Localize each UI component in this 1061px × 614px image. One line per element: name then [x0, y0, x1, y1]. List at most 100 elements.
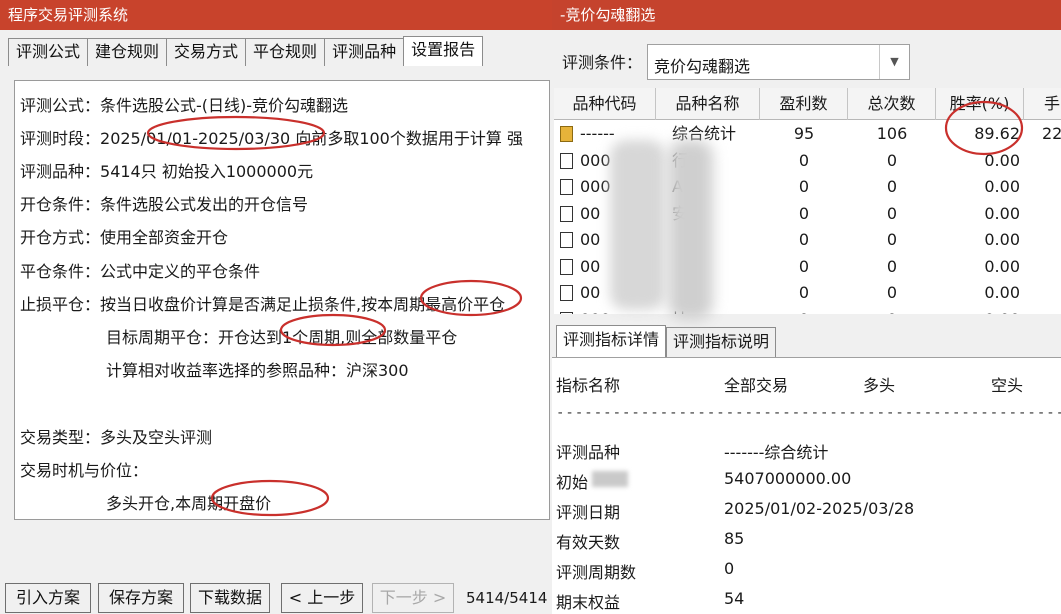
report-varieties: 评测品种：5414只 初始投入1000000元 — [20, 162, 314, 181]
cell-total: 0 — [848, 307, 936, 315]
report-timing-label: 交易时机与价位： — [20, 461, 149, 480]
button-bar: 引入方案 保存方案 下载数据 < 上一步 下一步 > 5414/5414 — [0, 578, 556, 614]
col-name[interactable]: 品种名称 — [656, 88, 760, 120]
detail-metric-value: 0 — [724, 559, 735, 578]
document-icon — [560, 205, 573, 222]
detail-head-name: 指标名称 — [556, 376, 621, 395]
detail-metric-name: 初始 — [556, 473, 589, 492]
col-code[interactable]: 品种代码 — [554, 88, 656, 120]
col-total[interactable]: 总次数 — [848, 88, 936, 120]
cell-total: 0 — [886, 150, 898, 170]
cell-extra — [1042, 254, 1061, 280]
detail-metric-name: 评测周期数 — [556, 563, 637, 582]
settings-tabs: 评测公式 建仓规则 交易方式 平仓规则 评测品种 设置报告 — [8, 36, 484, 66]
detail-tabs: 评测指标详情 评测指标说明 — [556, 325, 777, 357]
cell-winrate: 89.62 — [974, 124, 1020, 143]
cell-total: 106 — [876, 124, 908, 143]
window-title: 程序交易评测系统 — [0, 0, 556, 30]
redacted-block — [668, 140, 713, 320]
cell-profit: 0 — [798, 177, 810, 196]
tab-close-rules[interactable]: 平仓规则 — [245, 38, 325, 66]
document-icon — [560, 285, 573, 301]
tab-formula[interactable]: 评测公式 — [8, 38, 88, 66]
cell-winrate: 0.00 — [984, 230, 1020, 249]
prev-step-button[interactable]: < 上一步 — [281, 583, 363, 613]
report-open-mode: 开仓方式：使用全部资金开仓 — [20, 228, 229, 247]
cell-total: 0 — [886, 256, 898, 276]
cell-total: 0 — [886, 203, 898, 223]
report-reference: 计算相对收益率选择的参照品种：沪深300 — [106, 361, 409, 380]
report-period: 评测时段：2025/01/01-2025/03/30 向前多取100个数据用于计… — [20, 129, 523, 148]
cell-extra: 22 — [1042, 124, 1061, 143]
detail-metric-name: 期末权益 — [556, 593, 621, 612]
condition-select-value: 竞价勾魂翻选 — [654, 57, 751, 76]
cell-winrate: 0.00 — [936, 307, 1020, 315]
redacted-block — [610, 140, 665, 310]
cell-extra — [1042, 280, 1061, 306]
report-close-condition: 平仓条件：公式中定义的平仓条件 — [20, 262, 261, 281]
condition-select[interactable]: 竞价勾魂翻选 ▼ — [647, 44, 910, 80]
download-data-button[interactable]: 下载数据 — [190, 583, 270, 613]
detail-metric-value: 2025/01/02-2025/03/28 — [724, 499, 915, 518]
detail-head-long: 多头 — [863, 376, 896, 395]
cell-extra — [1042, 227, 1061, 253]
settings-report-panel: 评测公式：条件选股公式-(日线)-竞价勾魂翻选 评测时段：2025/01/01-… — [14, 80, 550, 520]
report-trade-type: 交易类型：多头及空头评测 — [20, 428, 213, 447]
cell-winrate: 0.00 — [984, 283, 1020, 302]
report-open-condition: 开仓条件：条件选股公式发出的开仓信号 — [20, 195, 309, 214]
cell-extra — [1042, 174, 1061, 200]
col-winrate[interactable]: 胜率(%) — [936, 88, 1024, 120]
detail-metric-name: 评测品种 — [556, 443, 621, 462]
document-icon — [560, 258, 573, 275]
tab-metric-description[interactable]: 评测指标说明 — [666, 327, 777, 357]
document-icon — [560, 152, 573, 169]
cell-extra — [1042, 148, 1061, 174]
cell-winrate: 0.00 — [984, 203, 1020, 223]
tab-position-rules[interactable]: 建仓规则 — [87, 38, 167, 66]
col-extra[interactable]: 手 — [1024, 88, 1061, 120]
cell-profit: 0 — [798, 283, 810, 302]
import-plan-button[interactable]: 引入方案 — [5, 583, 91, 613]
save-plan-button[interactable]: 保存方案 — [98, 583, 184, 613]
cell-total: 0 — [886, 230, 898, 249]
folder-icon — [560, 126, 573, 142]
tab-metric-details[interactable]: 评测指标详情 — [556, 325, 667, 357]
cell-winrate: 0.00 — [984, 150, 1020, 170]
cell-profit: 0 — [798, 230, 810, 249]
document-icon — [560, 311, 573, 314]
cell-profit: 0 — [760, 307, 848, 315]
detail-metric-value: 5407000000.00 — [724, 469, 852, 488]
cell-total: 0 — [886, 283, 898, 302]
detail-head-all: 全部交易 — [724, 376, 789, 395]
report-target-close: 目标周期平仓：开仓达到1个周期,则全部数量平仓 — [106, 328, 458, 347]
tab-varieties[interactable]: 评测品种 — [324, 38, 404, 66]
divider: ----------------------------------------… — [556, 405, 1061, 421]
results-table-header: 品种代码 品种名称 盈利数 总次数 胜率(%) 手 — [554, 88, 1061, 120]
metric-details-panel: 指标名称 全部交易 多头 空头 ------------------------… — [552, 357, 1061, 614]
tab-trade-mode[interactable]: 交易方式 — [166, 38, 246, 66]
redacted-block — [592, 471, 628, 487]
chevron-down-icon[interactable]: ▼ — [879, 45, 909, 79]
report-timing-value: 多头开仓,本周期开盘价 — [106, 494, 272, 513]
col-profit[interactable]: 盈利数 — [760, 88, 848, 120]
evaluation-system-window: 程序交易评测系统 评测公式 建仓规则 交易方式 平仓规则 评测品种 设置报告 评… — [0, 0, 556, 614]
detail-metric-value: 54 — [724, 589, 745, 608]
result-window-title: -竞价勾魂翻选 — [552, 0, 1061, 30]
cell-extra — [1042, 307, 1061, 315]
report-stop-loss: 止损平仓：按当日收盘价计算是否满足止损条件,按本周期最高价平仓 — [20, 295, 506, 314]
cell-profit: 0 — [798, 150, 810, 170]
document-icon — [560, 179, 573, 195]
detail-head-short: 空头 — [991, 376, 1024, 395]
cell-profit: 0 — [798, 256, 810, 276]
detail-metric-value: 85 — [724, 529, 745, 548]
report-formula: 评测公式：条件选股公式-(日线)-竞价勾魂翻选 — [20, 96, 349, 115]
detail-metric-name: 有效天数 — [556, 533, 621, 552]
detail-metric-name: 评测日期 — [556, 503, 621, 522]
document-icon — [560, 232, 573, 248]
cell-extra — [1042, 201, 1061, 227]
next-step-button[interactable]: 下一步 > — [372, 583, 454, 613]
cell-total: 0 — [886, 177, 898, 196]
cell-winrate: 0.00 — [984, 256, 1020, 276]
tab-settings-report[interactable]: 设置报告 — [403, 36, 484, 66]
cell-winrate: 0.00 — [984, 177, 1020, 196]
